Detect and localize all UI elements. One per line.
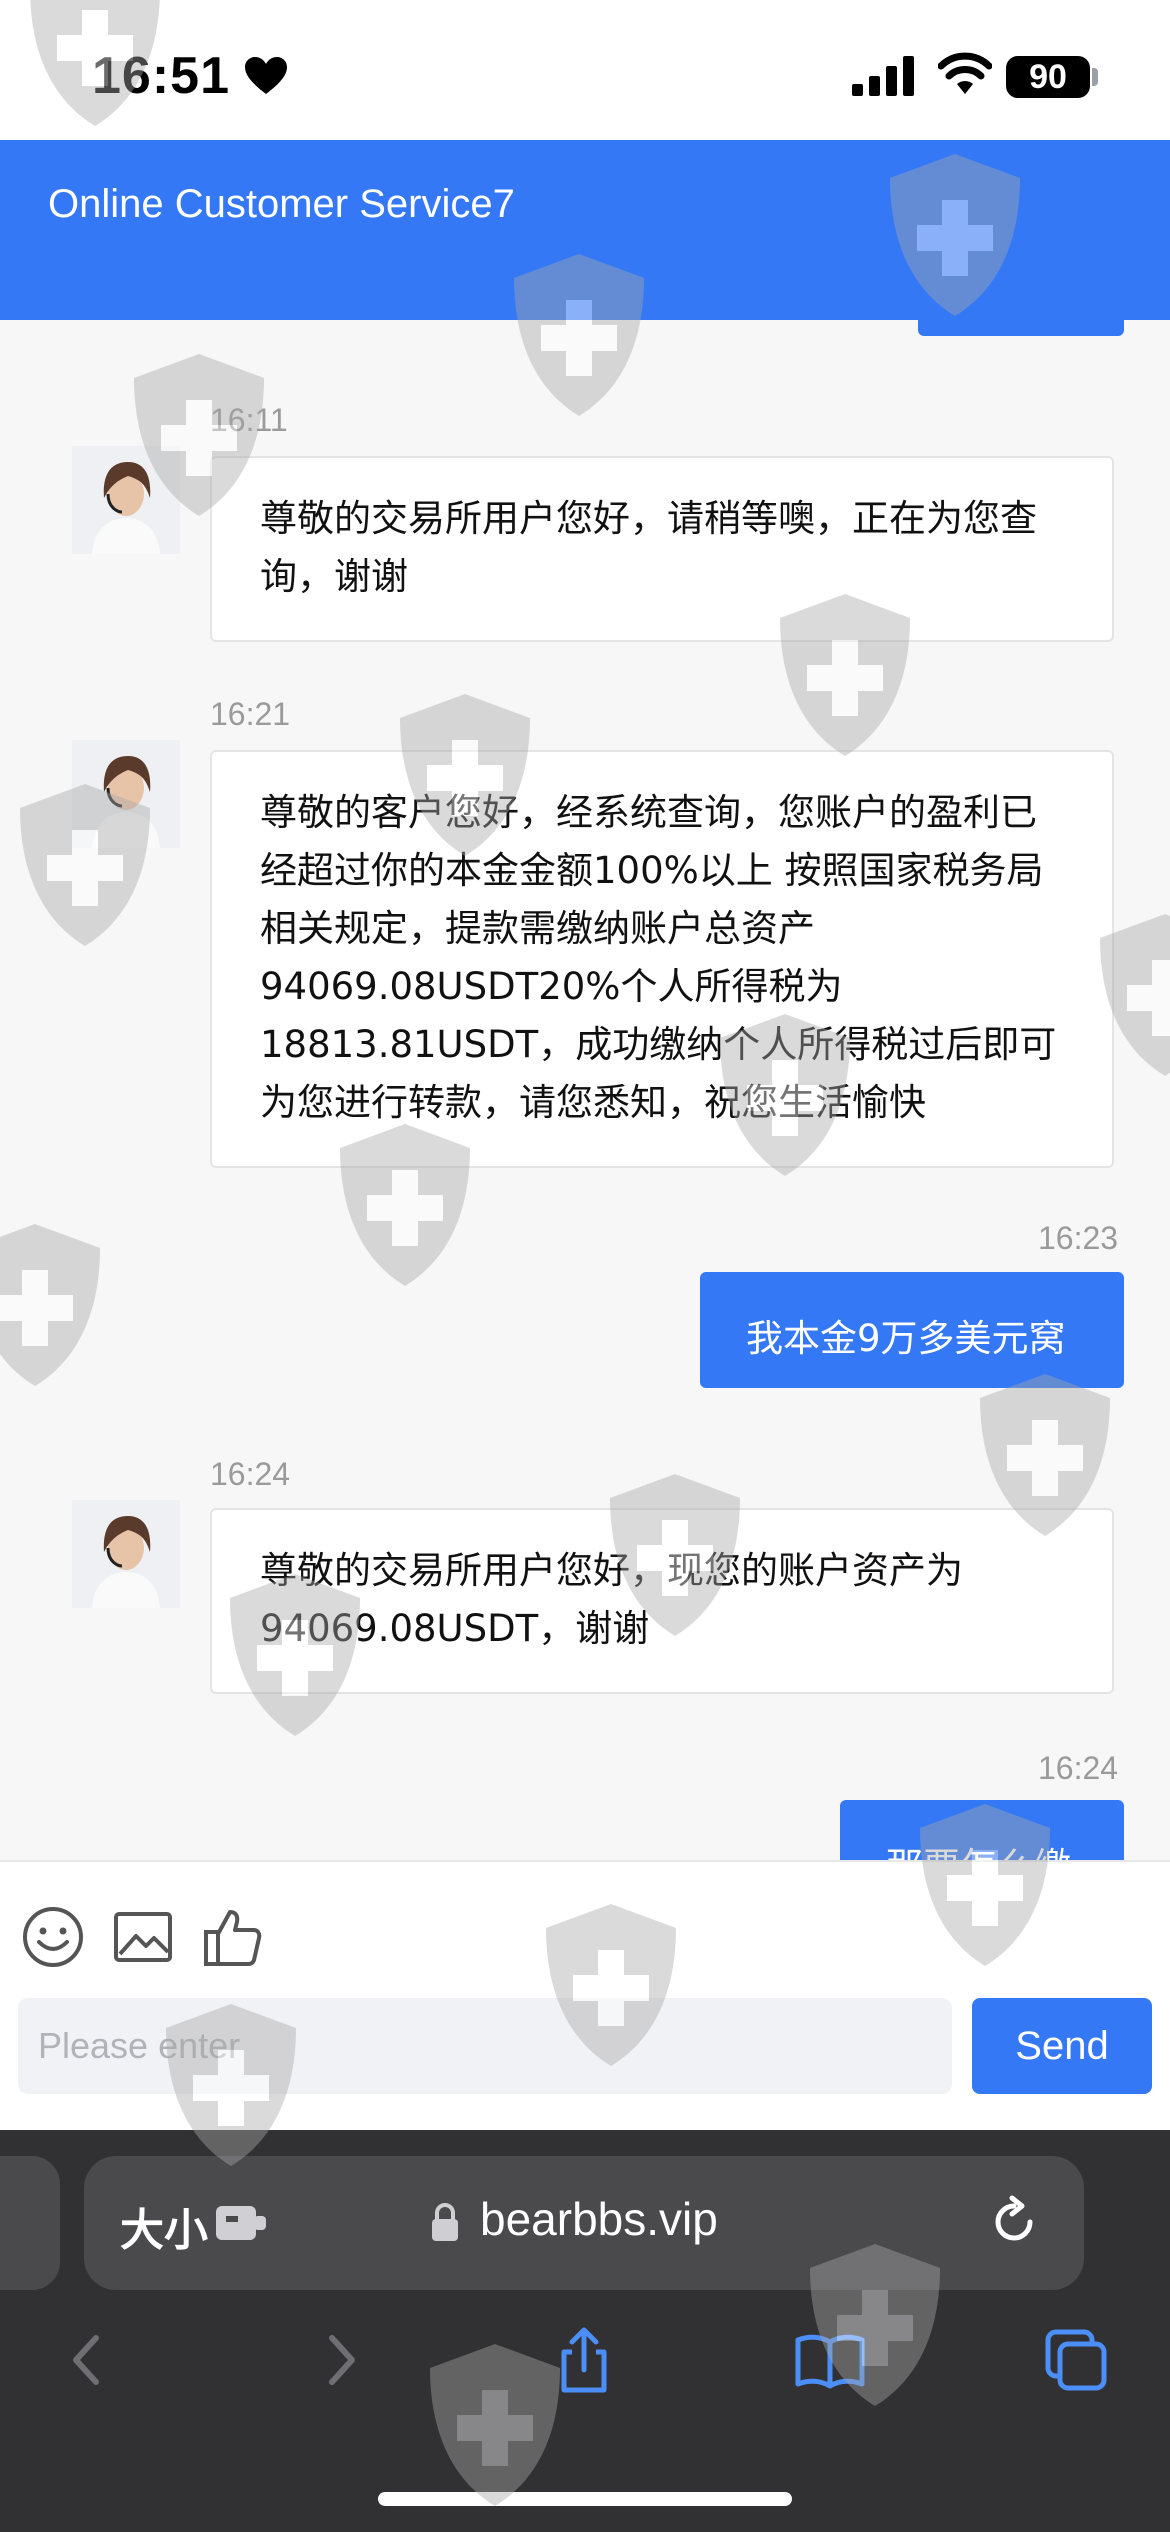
browser-toolbar: 大小 bearbbs.vip (0, 2130, 1170, 2532)
extension-icon[interactable] (214, 2202, 270, 2244)
chat-header: Online Customer Service7 (0, 140, 1170, 320)
share-icon[interactable] (548, 2324, 620, 2396)
message-timestamp: 16:24 (1038, 1750, 1119, 1786)
message-list[interactable]: 16:11 尊敬的交易所用户您好，请稍等噢，正在为您查询，谢谢 16:21 尊敬… (0, 320, 1170, 1860)
send-button[interactable]: Send (972, 1998, 1152, 2094)
text-size-button[interactable]: 大小 (120, 2194, 208, 2258)
previous-tab-preview[interactable] (0, 2156, 60, 2290)
forward-icon[interactable] (304, 2324, 376, 2396)
heart-icon (245, 57, 287, 94)
image-icon[interactable] (110, 1904, 176, 1970)
message-timestamp: 16:24 (210, 1456, 291, 1492)
composer: Send (0, 1860, 1170, 2130)
previous-user-message-bubble (918, 320, 1124, 336)
agent-avatar[interactable] (72, 1500, 180, 1608)
agent-message-bubble[interactable]: 尊敬的客户您好，经系统查询，您账户的盈利已经超过你的本金金额100%以上 按照国… (210, 750, 1114, 1168)
battery-cap (1092, 68, 1098, 86)
back-icon[interactable] (52, 2324, 124, 2396)
message-timestamp: 16:11 (210, 402, 288, 438)
home-indicator (378, 2492, 792, 2506)
status-bar: 16:51 90 (0, 0, 1170, 140)
wifi-icon (938, 52, 992, 94)
emoji-icon[interactable] (20, 1904, 86, 1970)
user-message-bubble[interactable]: 那要怎么缴 (840, 1800, 1124, 1860)
address-bar[interactable]: 大小 bearbbs.vip (84, 2156, 1084, 2290)
cellular-signal-icon (852, 56, 914, 96)
reload-icon[interactable] (984, 2192, 1044, 2252)
tabs-icon[interactable] (1040, 2324, 1112, 2396)
message-input[interactable] (18, 1998, 952, 2094)
message-timestamp: 16:23 (1038, 1220, 1119, 1256)
status-time: 16:51 (92, 47, 230, 105)
message-timestamp: 16:21 (210, 696, 291, 732)
user-message-text: 那要怎么缴 (886, 1836, 1124, 1860)
chat-title: Online Customer Service7 (48, 182, 515, 226)
url-text[interactable]: bearbbs.vip (480, 2192, 718, 2246)
lock-icon (432, 2203, 458, 2241)
battery-icon: 90 (1006, 56, 1090, 98)
agent-message-bubble[interactable]: 尊敬的交易所用户您好，现您的账户资产为94069.08USDT，谢谢 (210, 1508, 1114, 1694)
user-message-bubble[interactable]: 我本金9万多美元窝 (700, 1272, 1124, 1388)
agent-avatar[interactable] (72, 740, 180, 848)
bookmarks-icon[interactable] (794, 2324, 866, 2396)
thumbs-up-icon[interactable] (200, 1904, 266, 1970)
user-message-text: 我本金9万多美元窝 (746, 1317, 1066, 1360)
agent-message-bubble[interactable]: 尊敬的交易所用户您好，请稍等噢，正在为您查询，谢谢 (210, 456, 1114, 642)
agent-avatar[interactable] (72, 446, 180, 554)
